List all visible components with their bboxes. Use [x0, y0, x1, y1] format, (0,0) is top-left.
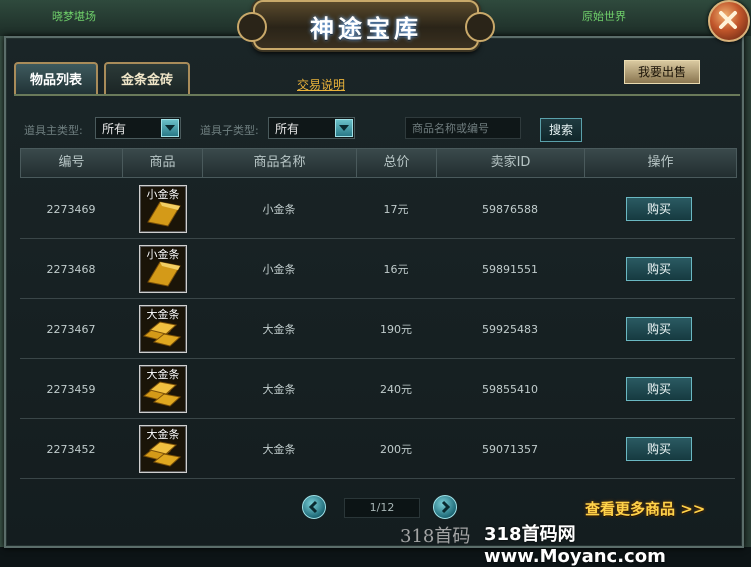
- bg-hint-right: 原始世界: [582, 10, 626, 23]
- item-name: 大金条: [262, 383, 296, 396]
- sell-button[interactable]: 我要出售: [624, 60, 700, 84]
- icon-label: 大金条: [146, 308, 180, 321]
- trade-help-link[interactable]: 交易说明: [297, 76, 345, 93]
- item-price: 240元: [380, 383, 412, 396]
- seller-id: 59855410: [482, 383, 538, 396]
- search-button[interactable]: 搜索: [540, 118, 582, 142]
- bg-hint-left: 晓梦堪场: [52, 10, 96, 23]
- table-row: 2273459 大金条 大金条 240元 59855410 购买: [20, 360, 735, 419]
- header-price: 总价: [357, 149, 437, 177]
- item-price: 17元: [383, 203, 409, 216]
- big-gold-bar-icon[interactable]: 大金条: [139, 425, 187, 473]
- seller-id: 59925483: [482, 323, 538, 336]
- item-name: 大金条: [262, 323, 296, 336]
- buy-button[interactable]: 购买: [626, 257, 692, 281]
- buy-button[interactable]: 购买: [626, 317, 692, 341]
- table-row: 2273452 大金条 大金条 200元 59071357 购买: [20, 420, 735, 479]
- small-gold-bar-icon[interactable]: 小金条: [139, 245, 187, 293]
- tab-divider: [14, 94, 740, 96]
- prev-page-button[interactable]: [302, 495, 326, 519]
- icon-label: 小金条: [146, 248, 180, 261]
- search-input[interactable]: [405, 117, 521, 139]
- buy-button[interactable]: 购买: [626, 437, 692, 461]
- item-id: 2273459: [46, 383, 96, 396]
- watermark-b: 318首码网 www.Moyanc.com: [484, 524, 666, 567]
- tab-gold-bars[interactable]: 金条金砖: [104, 62, 190, 96]
- seller-id: 59891551: [482, 263, 538, 276]
- chevron-right-icon: [441, 500, 451, 514]
- tab-item-list[interactable]: 物品列表: [14, 62, 98, 96]
- sub-type-label: 道具子类型:: [200, 124, 259, 137]
- item-price: 190元: [380, 323, 412, 336]
- item-id: 2273452: [46, 443, 96, 456]
- icon-label: 小金条: [146, 188, 180, 201]
- item-price: 200元: [380, 443, 412, 456]
- sub-type-select[interactable]: 所有: [268, 117, 355, 139]
- item-name: 小金条: [262, 263, 296, 276]
- buy-button[interactable]: 购买: [626, 197, 692, 221]
- big-gold-bar-icon[interactable]: 大金条: [139, 365, 187, 413]
- header-item-name: 商品名称: [203, 149, 357, 177]
- item-name: 大金条: [262, 443, 296, 456]
- item-id: 2273469: [46, 203, 96, 216]
- small-gold-bar-icon[interactable]: 小金条: [139, 185, 187, 233]
- sub-type-value: 所有: [275, 122, 300, 136]
- item-id: 2273467: [46, 323, 96, 336]
- main-type-label: 道具主类型:: [24, 124, 83, 137]
- header-item: 商品: [123, 149, 203, 177]
- big-gold-bar-icon[interactable]: 大金条: [139, 305, 187, 353]
- header-seller-id: 卖家ID: [437, 149, 585, 177]
- window-title: 神途宝库: [310, 15, 422, 43]
- item-price: 16元: [383, 263, 409, 276]
- seller-id: 59071357: [482, 443, 538, 456]
- table-row: 2273467 大金条 大金条 190元 59925483 购买: [20, 300, 735, 359]
- close-icon: [719, 11, 737, 29]
- header-id: 编号: [21, 149, 123, 177]
- title-plaque: 神途宝库: [237, 0, 495, 50]
- icon-label: 大金条: [146, 368, 180, 381]
- page-indicator: 1/12: [344, 498, 420, 518]
- icon-label: 大金条: [146, 428, 180, 441]
- close-button[interactable]: [708, 0, 750, 42]
- item-id: 2273468: [46, 263, 96, 276]
- chevron-down-icon[interactable]: [335, 119, 353, 137]
- chevron-down-icon[interactable]: [161, 119, 179, 137]
- chevron-left-icon: [308, 500, 318, 514]
- main-type-value: 所有: [102, 122, 127, 136]
- item-name: 小金条: [262, 203, 296, 216]
- seller-id: 59876588: [482, 203, 538, 216]
- next-page-button[interactable]: [433, 495, 457, 519]
- view-more-link[interactable]: 查看更多商品 >>: [585, 498, 705, 519]
- watermark-a: 318首码: [400, 526, 471, 547]
- table-row: 2273469 小金条 小金条 17元 59876588 购买: [20, 180, 735, 239]
- header-action: 操作: [647, 155, 674, 170]
- main-type-select[interactable]: 所有: [95, 117, 181, 139]
- table-header: 编号 商品 商品名称 总价 卖家ID 操作: [20, 148, 737, 178]
- buy-button[interactable]: 购买: [626, 377, 692, 401]
- table-row: 2273468 小金条 小金条 16元 59891551 购买: [20, 240, 735, 299]
